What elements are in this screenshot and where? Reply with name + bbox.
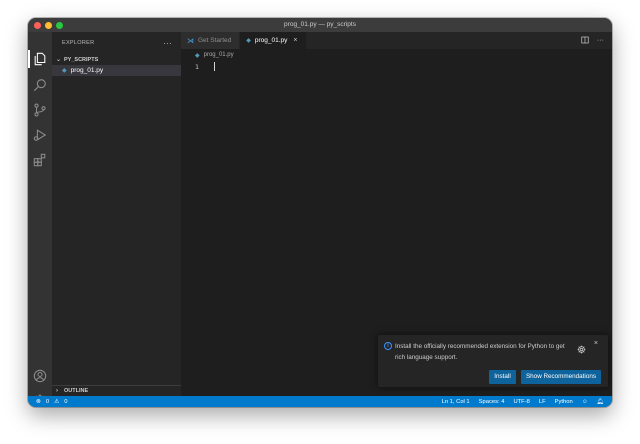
account-icon[interactable] xyxy=(32,368,48,384)
file-item-prog-01[interactable]: ◆ prog_01.py xyxy=(52,65,181,76)
warning-count: 0 xyxy=(64,398,68,405)
title-bar: prog_01.py — py_scripts xyxy=(28,18,612,32)
indentation[interactable]: Spaces: 4 xyxy=(479,399,505,405)
breadcrumb[interactable]: ◆ prog_01.py xyxy=(181,49,612,61)
python-file-icon: ◆ xyxy=(62,68,67,74)
encoding[interactable]: UTF-8 xyxy=(513,399,529,405)
tab-prog-01[interactable]: ◆ prog_01.py × xyxy=(240,32,307,49)
warning-icon: ⚠ xyxy=(54,398,60,405)
explorer-sidebar: EXPLORER ··· ⌄ PY_SCRIPTS ◆ prog_01.py ›… xyxy=(52,32,181,396)
file-label: prog_01.py xyxy=(70,67,104,74)
active-indicator xyxy=(28,50,30,68)
more-actions-button[interactable]: ··· xyxy=(597,37,604,44)
window-title: prog_01.py — py_scripts xyxy=(284,21,356,28)
extensions-icon[interactable] xyxy=(32,152,48,168)
info-icon: i xyxy=(384,342,392,350)
language-mode[interactable]: Python xyxy=(555,399,573,405)
activity-bar xyxy=(28,32,52,406)
install-button[interactable]: Install xyxy=(489,370,516,384)
run-debug-icon[interactable] xyxy=(32,127,48,143)
notifications-bell-icon[interactable]: 🔔︎ xyxy=(597,399,604,405)
outline-section[interactable]: › OUTLINE xyxy=(52,385,181,396)
vscode-logo-icon: ⋊ xyxy=(187,37,194,45)
vscode-window: prog_01.py — py_scripts EXPLORER ··· ⌄ P… xyxy=(28,18,612,407)
close-tab-button[interactable]: × xyxy=(293,37,297,44)
more-actions-button[interactable]: ··· xyxy=(163,39,172,48)
tab-label: Get Started xyxy=(198,37,232,44)
python-file-icon: ◆ xyxy=(195,52,200,59)
explorer-header: EXPLORER ··· xyxy=(52,32,181,54)
status-right: Ln 1, Col 1 Spaces: 4 UTF-8 LF Python ☺ … xyxy=(442,399,612,405)
gear-icon[interactable] xyxy=(577,341,586,354)
explorer-icon[interactable] xyxy=(32,51,48,67)
text-cursor xyxy=(214,62,215,71)
notification-message: Install the officially recommended exten… xyxy=(395,343,565,361)
feedback-icon[interactable]: ☺ xyxy=(582,399,588,405)
python-file-icon: ◆ xyxy=(246,38,251,44)
editor-tabs: ⋊ Get Started ◆ prog_01.py × ··· xyxy=(181,32,612,49)
outline-label: OUTLINE xyxy=(64,388,89,394)
status-bar: ⊗ 0 ⚠ 0 Ln 1, Col 1 Spaces: 4 UTF-8 LF P… xyxy=(28,396,612,407)
search-icon[interactable] xyxy=(32,77,48,93)
error-icon: ⊗ xyxy=(36,398,41,405)
close-notification-button[interactable]: × xyxy=(594,340,598,347)
error-count: 0 xyxy=(45,398,50,405)
problems-indicator[interactable]: ⊗ 0 ⚠ 0 xyxy=(28,399,68,405)
cursor-position[interactable]: Ln 1, Col 1 xyxy=(442,399,470,405)
chevron-down-icon: ⌄ xyxy=(56,57,62,63)
folder-label: PY_SCRIPTS xyxy=(64,56,99,63)
extension-notification: i Install the officially recommended ext… xyxy=(378,335,608,387)
tab-label: prog_01.py xyxy=(254,37,288,44)
tab-get-started[interactable]: ⋊ Get Started xyxy=(181,32,241,49)
line-number: 1 xyxy=(195,63,199,71)
split-editor-icon[interactable] xyxy=(581,36,589,46)
breadcrumb-file: prog_01.py xyxy=(203,52,234,58)
show-recommendations-button[interactable]: Show Recommendations xyxy=(521,370,601,384)
end-of-line[interactable]: LF xyxy=(539,399,546,405)
source-control-icon[interactable] xyxy=(32,102,48,118)
explorer-title: EXPLORER xyxy=(62,40,95,46)
chevron-right-icon: › xyxy=(56,388,58,394)
folder-py-scripts[interactable]: ⌄ PY_SCRIPTS xyxy=(52,54,181,65)
editor-actions: ··· xyxy=(581,32,604,49)
